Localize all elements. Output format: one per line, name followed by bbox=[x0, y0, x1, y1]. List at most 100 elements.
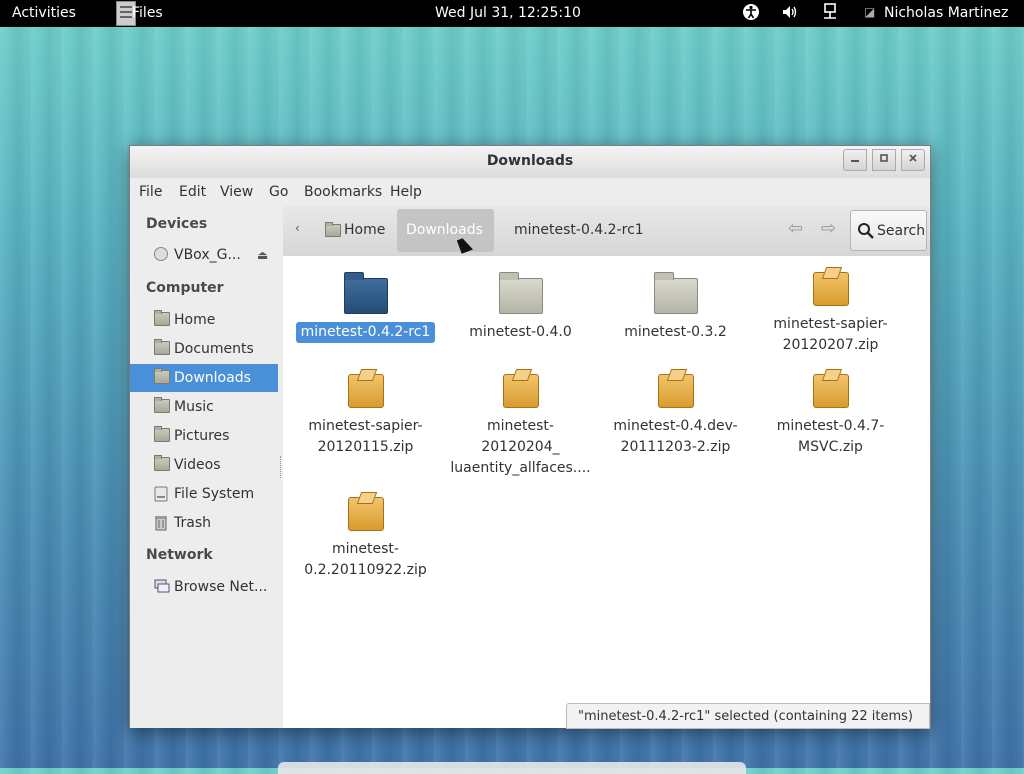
archive-icon bbox=[812, 374, 849, 408]
file-icon-view[interactable]: minetest-0.4.2-rc1 minetest-0.4.0 minete… bbox=[283, 256, 930, 728]
file-label: minetest-sapier- 20120207.zip bbox=[773, 316, 888, 353]
search-label: Search bbox=[877, 223, 926, 239]
window-title: Downloads bbox=[486, 153, 574, 169]
back-arrow-icon[interactable]: ⇦ bbox=[788, 218, 803, 239]
search-button[interactable]: Search bbox=[850, 210, 927, 251]
sidebar-item-music[interactable]: Music bbox=[130, 393, 278, 421]
sidebar-item-label: Downloads bbox=[174, 370, 251, 386]
accessibility-icon[interactable] bbox=[742, 3, 760, 26]
menu-help[interactable]: Help bbox=[390, 184, 422, 200]
breadcrumb-label: Home bbox=[344, 222, 386, 238]
path-toolbar: ‹ Home Downloads minetest-0.4.2-rc1 ⇦ ⇨ … bbox=[283, 206, 930, 257]
activities-button[interactable]: Activities bbox=[12, 5, 76, 22]
sidebar-item-label: Browse Net... bbox=[174, 579, 268, 595]
sidebar-item-home[interactable]: Home bbox=[130, 306, 278, 334]
sidebar-item-label: Home bbox=[174, 312, 216, 328]
sidebar-item-videos[interactable]: Videos bbox=[130, 451, 278, 479]
menu-go[interactable]: Go bbox=[269, 184, 288, 200]
sidebar-item-trash[interactable]: Trash bbox=[130, 509, 278, 537]
file-item-folder[interactable]: minetest-0.3.2 bbox=[598, 266, 753, 343]
top-bar: Activities Files Wed Jul 31, 12:25:10 ◪ … bbox=[0, 0, 1024, 27]
maximize-button[interactable] bbox=[872, 149, 896, 171]
sidebar-item-label: Music bbox=[174, 399, 214, 415]
folder-icon bbox=[343, 272, 388, 314]
sidebar-item-label: Documents bbox=[174, 341, 254, 357]
folder-icon bbox=[498, 272, 543, 314]
sidebar-item-browse-network[interactable]: Browse Net... bbox=[130, 573, 278, 601]
archive-icon bbox=[812, 272, 849, 306]
breadcrumb-downloads[interactable]: Downloads bbox=[397, 209, 494, 252]
status-bar: "minetest-0.4.2-rc1" selected (containin… bbox=[566, 703, 930, 729]
file-label: minetest-0.4.2-rc1 bbox=[295, 322, 436, 343]
menu-edit[interactable]: Edit bbox=[179, 184, 206, 200]
menu-bookmarks[interactable]: Bookmarks bbox=[304, 184, 382, 200]
pictures-folder-icon bbox=[154, 426, 170, 442]
user-status-icon[interactable]: ◪ bbox=[864, 4, 875, 21]
title-bar[interactable]: Downloads bbox=[130, 146, 930, 178]
eject-icon[interactable]: ⏏ bbox=[257, 248, 268, 262]
file-item-zip[interactable]: minetest-sapier- 20120115.zip bbox=[288, 368, 443, 458]
sidebar-item-file-system[interactable]: File System bbox=[130, 480, 278, 508]
file-label: minetest-0.4.dev- 20111203-2.zip bbox=[613, 418, 738, 455]
sidebar-item-label: VBox_G... bbox=[174, 247, 241, 263]
close-button[interactable] bbox=[901, 149, 925, 171]
breadcrumb-label: Downloads bbox=[406, 222, 483, 238]
sidebar-item-label: Videos bbox=[174, 457, 221, 473]
network-icon bbox=[154, 579, 170, 593]
sidebar-item-label: File System bbox=[174, 486, 255, 502]
home-folder-icon bbox=[154, 310, 170, 326]
status-text: "minetest-0.4.2-rc1" selected (containin… bbox=[578, 709, 913, 724]
documents-folder-icon bbox=[154, 339, 170, 355]
videos-folder-icon bbox=[154, 455, 170, 471]
file-label: minetest- 20120204_ luaentity_allfaces.... bbox=[450, 418, 591, 476]
file-item-folder[interactable]: minetest-0.4.0 bbox=[443, 266, 598, 343]
file-item-folder[interactable]: minetest-0.4.2-rc1 bbox=[288, 266, 443, 343]
archive-icon bbox=[347, 374, 384, 408]
file-item-zip[interactable]: minetest- 0.2.20110922.zip bbox=[288, 491, 443, 581]
sidebar-item-label: Pictures bbox=[174, 428, 230, 444]
sidebar-item-vbox[interactable]: VBox_G... ⏏ bbox=[130, 241, 278, 269]
sidebar-item-pictures[interactable]: Pictures bbox=[130, 422, 278, 450]
breadcrumb-minetest[interactable]: minetest-0.4.2-rc1 bbox=[514, 222, 644, 238]
music-folder-icon bbox=[154, 397, 170, 413]
folder-icon bbox=[653, 272, 698, 314]
sidebar-item-downloads[interactable]: Downloads bbox=[130, 364, 278, 392]
file-item-zip[interactable]: minetest-0.4.dev- 20111203-2.zip bbox=[598, 368, 753, 458]
sidebar-section-devices: Devices bbox=[146, 216, 208, 232]
message-tray-edge bbox=[278, 762, 746, 774]
file-item-zip[interactable]: minetest-0.4.7- MSVC.zip bbox=[753, 368, 908, 458]
sidebar-section-computer: Computer bbox=[146, 280, 224, 296]
menu-file[interactable]: File bbox=[139, 184, 162, 200]
network-icon[interactable] bbox=[822, 3, 838, 26]
places-sidebar: Devices VBox_G... ⏏ Computer Home Docume… bbox=[130, 206, 284, 728]
maximize-icon bbox=[880, 154, 888, 162]
archive-icon bbox=[657, 374, 694, 408]
downloads-folder-icon bbox=[154, 368, 170, 384]
file-item-zip[interactable]: minetest-sapier- 20120207.zip bbox=[753, 266, 908, 356]
volume-icon[interactable] bbox=[781, 3, 799, 26]
sidebar-item-label: Trash bbox=[174, 515, 211, 531]
file-item-zip[interactable]: minetest- 20120204_ luaentity_allfaces.... bbox=[443, 368, 598, 479]
forward-arrow-icon[interactable]: ⇨ bbox=[821, 218, 836, 239]
close-icon bbox=[909, 154, 917, 162]
menu-bar: File Edit View Go Bookmarks Help bbox=[130, 178, 930, 206]
home-folder-icon bbox=[325, 222, 341, 237]
harddrive-icon bbox=[154, 486, 170, 502]
app-menu-button[interactable]: Files bbox=[132, 5, 163, 22]
menu-view[interactable]: View bbox=[220, 184, 253, 200]
trash-icon bbox=[154, 515, 170, 531]
path-scroll-left-icon[interactable]: ‹ bbox=[295, 221, 300, 235]
file-manager-window: Downloads File Edit View Go Bookmarks He… bbox=[129, 145, 931, 729]
archive-icon bbox=[347, 497, 384, 531]
archive-icon bbox=[502, 374, 539, 408]
sidebar-section-network: Network bbox=[146, 547, 213, 563]
minimize-button[interactable] bbox=[843, 149, 867, 171]
minimize-icon bbox=[851, 160, 859, 162]
clock[interactable]: Wed Jul 31, 12:25:10 bbox=[435, 5, 581, 22]
file-label: minetest-0.4.0 bbox=[469, 324, 572, 340]
sidebar-item-documents[interactable]: Documents bbox=[130, 335, 278, 363]
user-menu-button[interactable]: Nicholas Martinez bbox=[884, 5, 1008, 22]
file-label: minetest-0.3.2 bbox=[624, 324, 727, 340]
disk-icon bbox=[154, 247, 168, 261]
file-label: minetest-sapier- 20120115.zip bbox=[308, 418, 423, 455]
